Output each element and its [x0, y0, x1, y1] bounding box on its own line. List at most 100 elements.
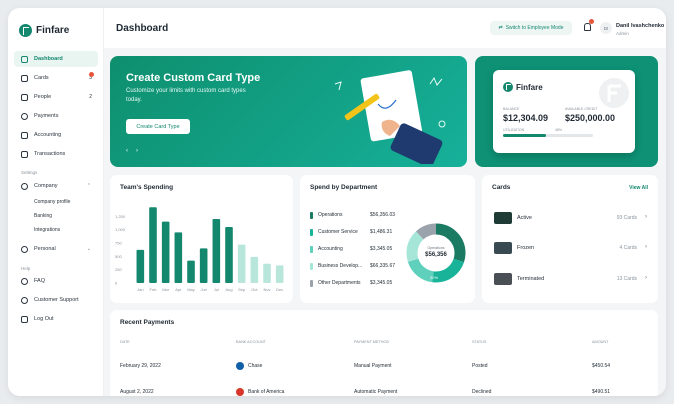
create-card-type-button[interactable]: Create Card Type	[126, 119, 190, 134]
sidebar-item-label: Dashboard	[34, 56, 63, 62]
banner-subtitle: Customize your limits with custom card t…	[126, 88, 246, 103]
payment-status: Posted	[472, 363, 488, 369]
user-role: Admin	[616, 31, 629, 36]
card-status-row-frozen[interactable]: Frozen 4 Cards ›	[492, 239, 647, 258]
chevron-up-icon: ⌃	[86, 183, 91, 189]
sidebar-item-label: Company	[34, 183, 58, 189]
carousel-next-icon[interactable]: ›	[136, 148, 146, 154]
department-row[interactable]: Business Develop... $66,335.67	[310, 261, 396, 271]
payment-date: February 29, 2022	[120, 363, 161, 369]
spend-by-department-panel: Spend by Department Operations $56,356.0…	[300, 175, 475, 303]
question-icon	[21, 277, 28, 285]
chevron-right-icon: ›	[645, 214, 647, 220]
cards-panel: Cards View All Active 93 Cards › Frozen …	[482, 175, 658, 303]
utilization-bar-fill	[503, 134, 547, 137]
card-status-count: 93 Cards	[616, 215, 637, 221]
department-value: $66,335.67	[370, 263, 396, 269]
card-status-row-terminated[interactable]: Terminated 13 Cards ›	[492, 270, 647, 289]
donut-percent-label: 22%	[430, 275, 439, 280]
user-name[interactable]: Danil Ivashchenko	[616, 23, 664, 29]
carousel-prev-icon[interactable]: ‹	[126, 148, 136, 154]
sidebar-item-label: Accounting	[34, 132, 62, 138]
chevron-down-icon: ⌄	[86, 246, 91, 252]
sidebar-item-faq[interactable]: FAQ	[14, 273, 98, 289]
bar-jan	[136, 249, 145, 283]
terminated-card-icon	[494, 273, 512, 285]
x-tick-label: Feb	[150, 287, 158, 292]
sidebar-item-personal[interactable]: Personal ⌄	[14, 241, 98, 257]
recent-payments-title: Recent Payments	[120, 319, 175, 326]
department-row[interactable]: Other Departments $3,345.05	[310, 278, 396, 288]
sidebar-item-transactions[interactable]: Transactions	[14, 146, 98, 162]
column-header[interactable]: DATE	[120, 340, 130, 344]
view-all-link[interactable]: View All	[629, 185, 648, 191]
x-tick-label: Apr	[175, 287, 182, 292]
dashboard-icon	[21, 55, 28, 63]
sidebar-item-payments[interactable]: Payments	[14, 108, 98, 124]
sidebar-item-dashboard[interactable]: Dashboard	[14, 51, 98, 67]
legend-swatch	[310, 262, 313, 270]
app-logo[interactable]: Finfare	[19, 24, 69, 37]
department-row[interactable]: Operations $56,356.03	[310, 210, 396, 220]
card-status-name: Active	[517, 215, 532, 221]
card-status-count: 13 Cards	[616, 276, 637, 282]
banner-title: Create Custom Card Type	[126, 72, 261, 84]
sidebar-subitem-company-profile[interactable]: Company profile	[34, 199, 70, 205]
bar-sep	[237, 244, 246, 283]
sidebar-item-company[interactable]: Company ⌃	[14, 178, 98, 194]
chevron-right-icon: ›	[645, 244, 647, 250]
bar-may	[187, 260, 195, 283]
switch-mode-button[interactable]: ⇄ Switch to Employee Mode	[490, 21, 572, 35]
department-title: Spend by Department	[310, 184, 378, 191]
snowflake-icon	[494, 242, 512, 254]
team-spending-title: Team's Spending	[120, 184, 174, 191]
department-row[interactable]: Customer Service $1,486.31	[310, 227, 396, 237]
y-tick-label: 500	[115, 254, 122, 259]
people-icon	[21, 93, 28, 101]
y-tick-label: 250	[115, 267, 122, 272]
bar-jul	[212, 219, 221, 283]
hand-writing-illustration	[334, 70, 446, 164]
donut-center-label: Operations	[427, 246, 445, 250]
y-tick-label: 750	[115, 241, 122, 246]
active-card-icon	[494, 212, 512, 224]
card-summary-panel: Finfare BALANCE $12,304.09 AVAILABLE CRE…	[475, 56, 658, 167]
notification-dot	[89, 72, 94, 77]
department-row[interactable]: Accounting $3,345.05	[310, 244, 396, 254]
payment-method: Manual Payment	[354, 363, 392, 369]
x-tick-label: May	[187, 287, 195, 292]
bell-icon[interactable]	[584, 23, 591, 31]
utilization-label: UTILIZATION	[503, 128, 525, 132]
app-window: Finfare Dashboard Cards 3 People 2 Payme…	[8, 8, 666, 396]
utilization-bar	[503, 134, 593, 137]
department-value: $1,486.31	[370, 229, 393, 235]
y-tick-label: 1,250	[115, 214, 126, 219]
sidebar-item-cards[interactable]: Cards 3	[14, 70, 98, 86]
bar-feb	[149, 207, 157, 283]
carousel-arrows: ‹›	[126, 148, 146, 154]
bar-nov	[263, 263, 271, 283]
avatar[interactable]: DI	[600, 22, 612, 34]
legend-swatch	[310, 279, 313, 287]
sidebar-item-label: Personal	[34, 246, 56, 252]
sidebar-item-accounting[interactable]: Accounting	[14, 127, 98, 143]
column-header: BANK ACCOUNT	[236, 340, 266, 344]
page-title: Dashboard	[116, 23, 169, 34]
card-status-row-active[interactable]: Active 93 Cards ›	[492, 209, 647, 228]
sidebar-subitem-banking[interactable]: Banking	[34, 213, 52, 219]
card-icon	[21, 74, 28, 82]
bar-jun	[199, 248, 208, 283]
x-tick-label: Aug	[225, 287, 232, 292]
sidebar-item-log-out[interactable]: Log Out	[14, 311, 98, 327]
utilization-percent: 48%	[555, 128, 563, 132]
sidebar-item-label: Transactions	[34, 151, 66, 157]
sidebar-item-customer-support[interactable]: Customer Support	[14, 292, 98, 308]
credit-card[interactable]: Finfare BALANCE $12,304.09 AVAILABLE CRE…	[493, 70, 635, 153]
payments-icon	[21, 112, 28, 120]
settings-section-label: Settings	[21, 170, 38, 175]
support-icon	[21, 296, 28, 304]
sidebar-subitem-integrations[interactable]: Integrations	[34, 227, 60, 233]
team-spending-panel: Team's Spending 0 250 500 750 1,000 1,250 Jan F…	[110, 175, 293, 303]
department-value: $3,345.05	[370, 246, 393, 252]
sidebar-item-people[interactable]: People 2	[14, 89, 98, 105]
